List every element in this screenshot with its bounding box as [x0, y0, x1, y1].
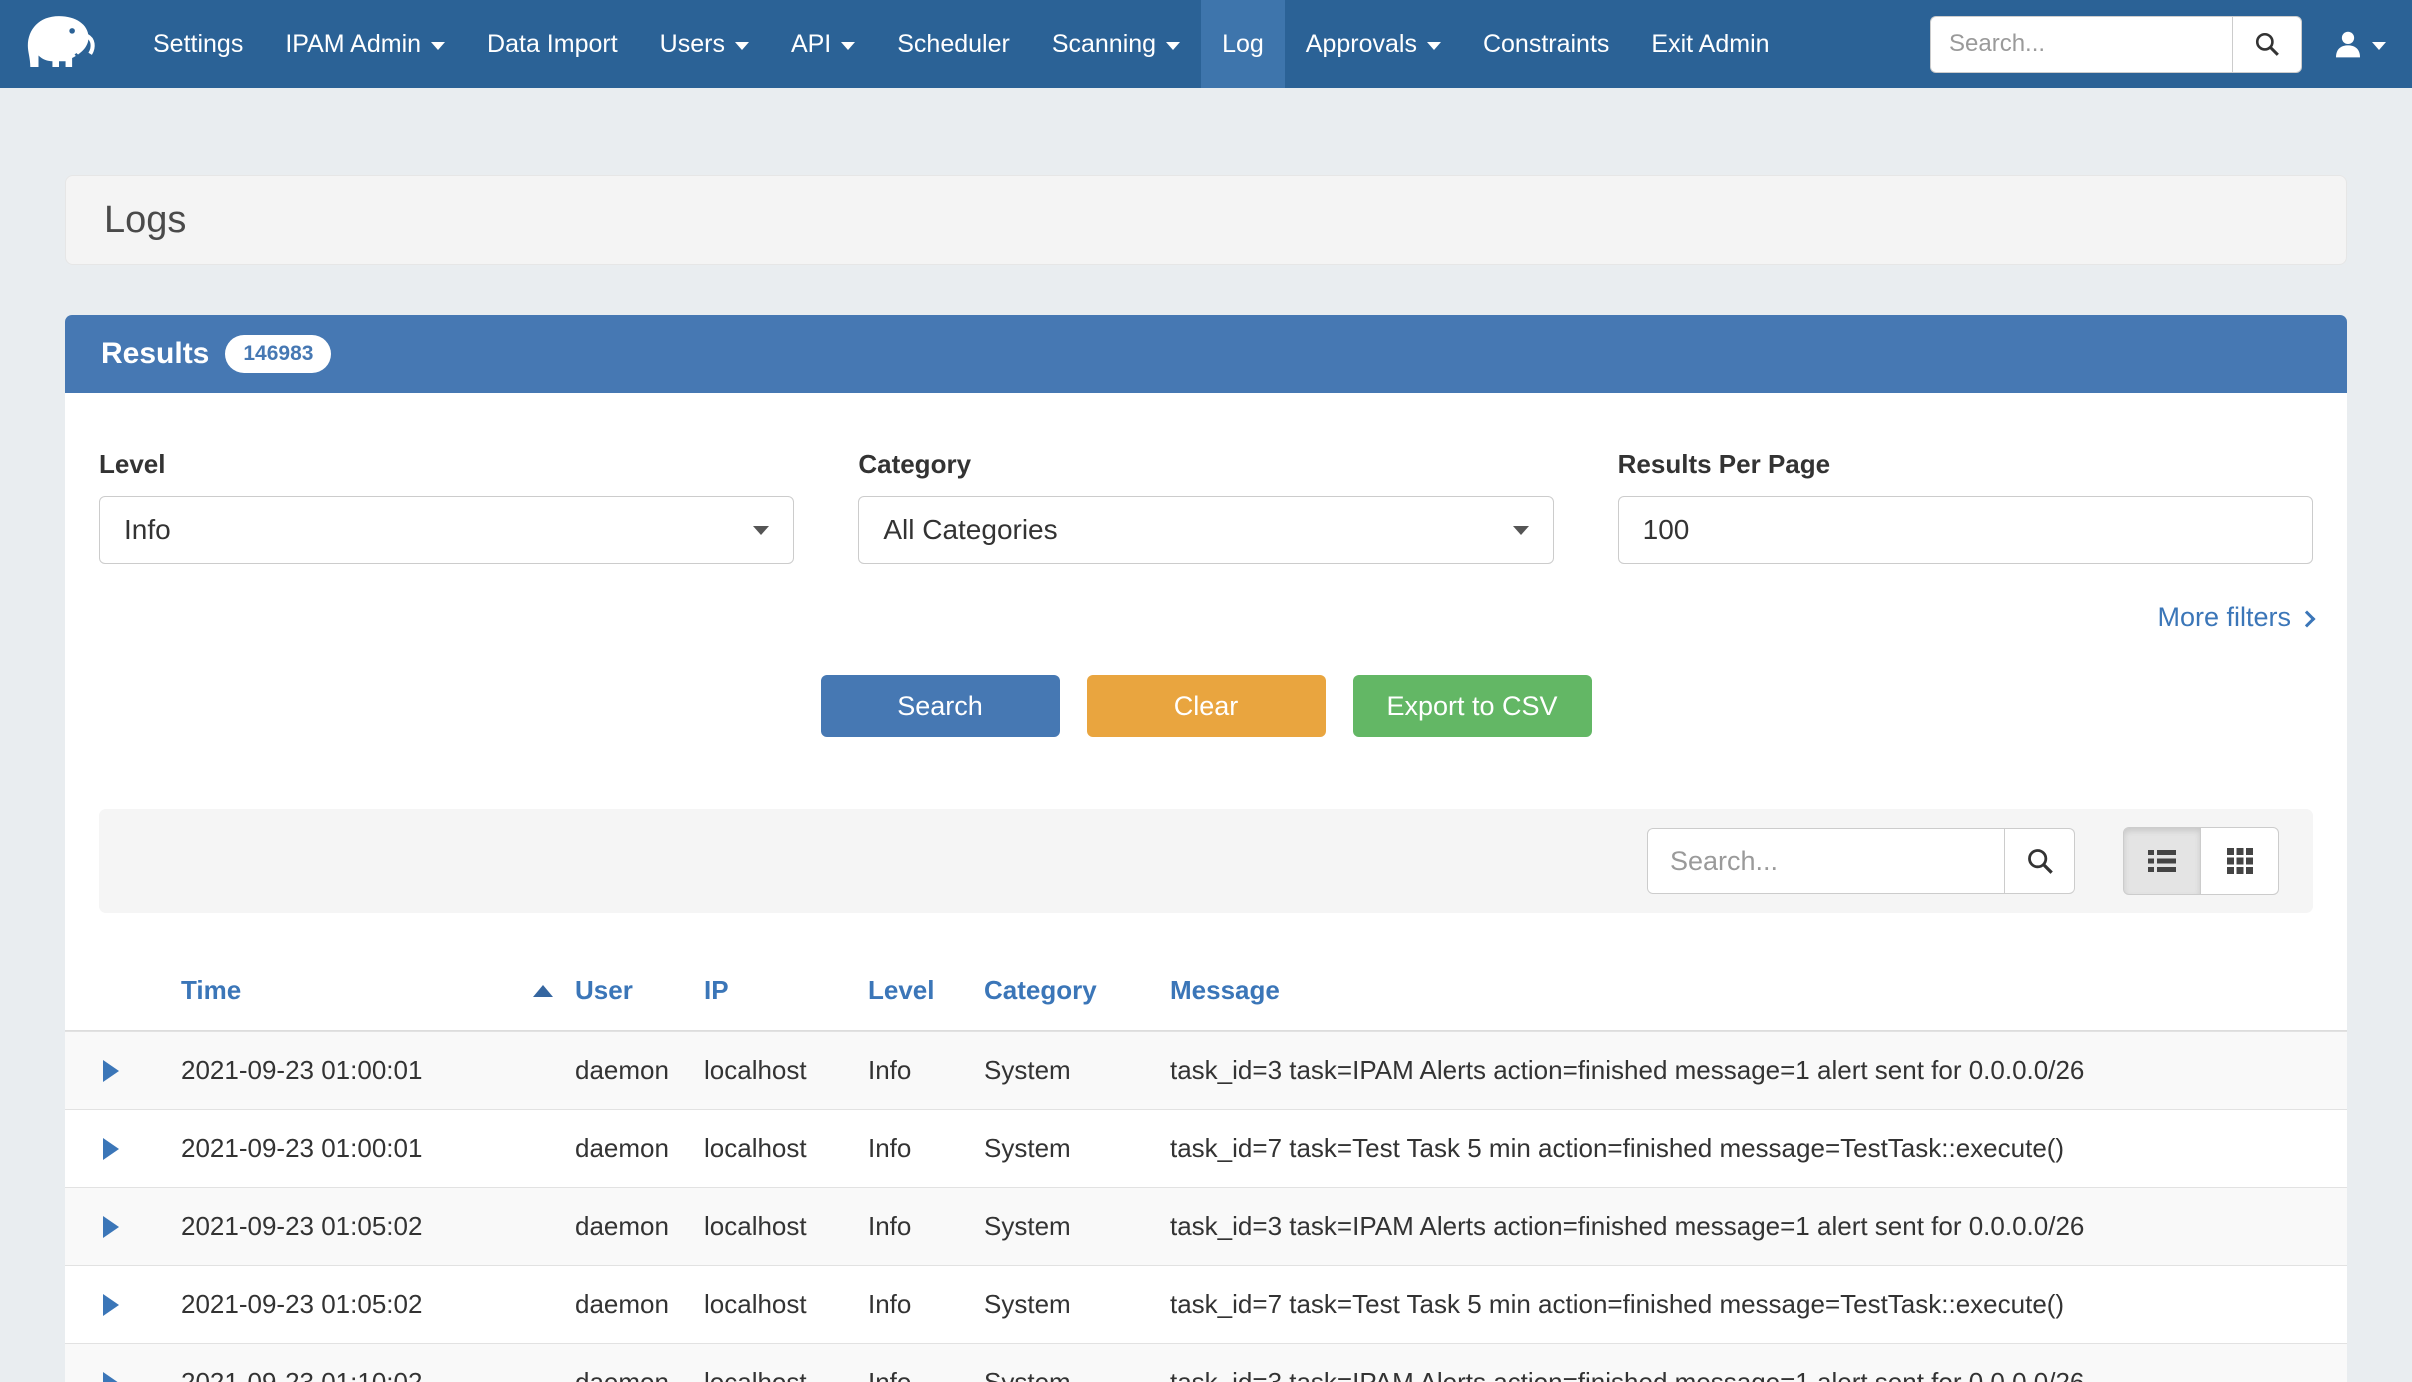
nav-scanning[interactable]: Scanning: [1031, 0, 1201, 88]
row-expander-icon[interactable]: [103, 1060, 119, 1082]
column-header-message[interactable]: Message: [1170, 975, 2347, 1006]
table-search: [1647, 828, 2075, 894]
nav-exit-admin[interactable]: Exit Admin: [1630, 0, 1790, 88]
level-select-value: Info: [124, 514, 171, 546]
more-filters-row: More filters: [65, 602, 2347, 633]
search-icon: [2026, 847, 2054, 875]
column-header-category[interactable]: Category: [984, 975, 1170, 1006]
navbar-search-input[interactable]: [1930, 16, 2232, 73]
nav-log[interactable]: Log: [1201, 0, 1285, 88]
level-label: Level: [99, 449, 794, 480]
page-title: Logs: [104, 199, 186, 242]
phpipam-logo[interactable]: [0, 0, 118, 88]
chevron-right-icon: [2299, 610, 2316, 627]
navbar-right: [1930, 0, 2386, 88]
per-page-label: Results Per Page: [1618, 449, 2313, 480]
table-search-button[interactable]: [2005, 828, 2075, 894]
results-title: Results: [101, 337, 209, 371]
more-filters-link[interactable]: More filters: [2157, 602, 2313, 633]
table-search-input[interactable]: [1647, 828, 2005, 894]
list-view-icon: [2148, 849, 2176, 873]
action-buttons: Search Clear Export to CSV: [65, 675, 2347, 737]
clear-button[interactable]: Clear: [1087, 675, 1326, 737]
table-row: 2021-09-23 01:05:02 daemon localhost Inf…: [65, 1265, 2347, 1343]
list-view-button[interactable]: [2123, 827, 2201, 895]
navbar-search: [1930, 16, 2302, 73]
table-toolbar: [99, 809, 2313, 913]
chevron-down-icon: [1427, 42, 1441, 50]
sort-ascending-icon: [533, 985, 553, 997]
view-toggle-group: [2123, 827, 2279, 895]
navbar-search-button[interactable]: [2232, 16, 2302, 73]
main-content: Logs Results 146983 Level Info Category: [0, 175, 2412, 1382]
grid-view-icon: [2227, 848, 2253, 874]
column-header-level[interactable]: Level: [868, 975, 984, 1006]
user-icon: [2332, 28, 2364, 60]
table-row: 2021-09-23 01:10:02 daemon localhost Inf…: [65, 1343, 2347, 1382]
nav-approvals[interactable]: Approvals: [1285, 0, 1462, 88]
table-row: 2021-09-23 01:05:02 daemon localhost Inf…: [65, 1187, 2347, 1265]
page-title-bar: Logs: [65, 175, 2347, 265]
export-csv-button[interactable]: Export to CSV: [1353, 675, 1592, 737]
nav-settings[interactable]: Settings: [132, 0, 264, 88]
filter-level: Level Info: [99, 449, 794, 564]
mammoth-logo-icon: [18, 11, 100, 77]
search-button[interactable]: Search: [821, 675, 1060, 737]
search-icon: [2254, 31, 2280, 57]
column-header-ip[interactable]: IP: [704, 975, 868, 1006]
top-navbar: Settings IPAM Admin Data Import Users AP…: [0, 0, 2412, 88]
chevron-down-icon: [841, 42, 855, 50]
column-header-time[interactable]: Time: [181, 975, 575, 1006]
row-expander-icon[interactable]: [103, 1372, 119, 1382]
chevron-down-icon: [735, 42, 749, 50]
nav-constraints[interactable]: Constraints: [1462, 0, 1630, 88]
nav-ipam-admin[interactable]: IPAM Admin: [264, 0, 466, 88]
row-expander-icon[interactable]: [103, 1216, 119, 1238]
category-label: Category: [858, 449, 1553, 480]
chevron-down-icon: [753, 526, 769, 535]
table-row: 2021-09-23 01:00:01 daemon localhost Inf…: [65, 1031, 2347, 1109]
level-select[interactable]: Info: [99, 496, 794, 564]
filters-row: Level Info Category All Categories Resul…: [65, 449, 2347, 564]
nav-api[interactable]: API: [770, 0, 876, 88]
grid-view-button[interactable]: [2201, 827, 2279, 895]
row-expander-icon[interactable]: [103, 1138, 119, 1160]
results-panel-body: Level Info Category All Categories Resul…: [65, 393, 2347, 1382]
results-panel-header: Results 146983: [65, 315, 2347, 393]
category-select-value: All Categories: [883, 514, 1057, 546]
chevron-down-icon: [2372, 42, 2386, 50]
results-count-badge: 146983: [225, 335, 331, 373]
chevron-down-icon: [1513, 526, 1529, 535]
results-panel: Results 146983 Level Info Category All C…: [65, 315, 2347, 1382]
nav-menu: Settings IPAM Admin Data Import Users AP…: [132, 0, 1791, 88]
filter-per-page: Results Per Page: [1618, 449, 2313, 564]
log-table: Time User IP Level Category Message 2021…: [65, 951, 2347, 1382]
nav-data-import[interactable]: Data Import: [466, 0, 639, 88]
row-expander-icon[interactable]: [103, 1294, 119, 1316]
chevron-down-icon: [1166, 42, 1180, 50]
chevron-down-icon: [431, 42, 445, 50]
table-row: 2021-09-23 01:00:01 daemon localhost Inf…: [65, 1109, 2347, 1187]
nav-scheduler[interactable]: Scheduler: [876, 0, 1031, 88]
column-header-user[interactable]: User: [575, 975, 704, 1006]
category-select[interactable]: All Categories: [858, 496, 1553, 564]
filter-category: Category All Categories: [858, 449, 1553, 564]
per-page-input[interactable]: [1618, 496, 2313, 564]
table-header-row: Time User IP Level Category Message: [65, 951, 2347, 1031]
user-menu[interactable]: [2332, 28, 2386, 60]
nav-users[interactable]: Users: [639, 0, 770, 88]
